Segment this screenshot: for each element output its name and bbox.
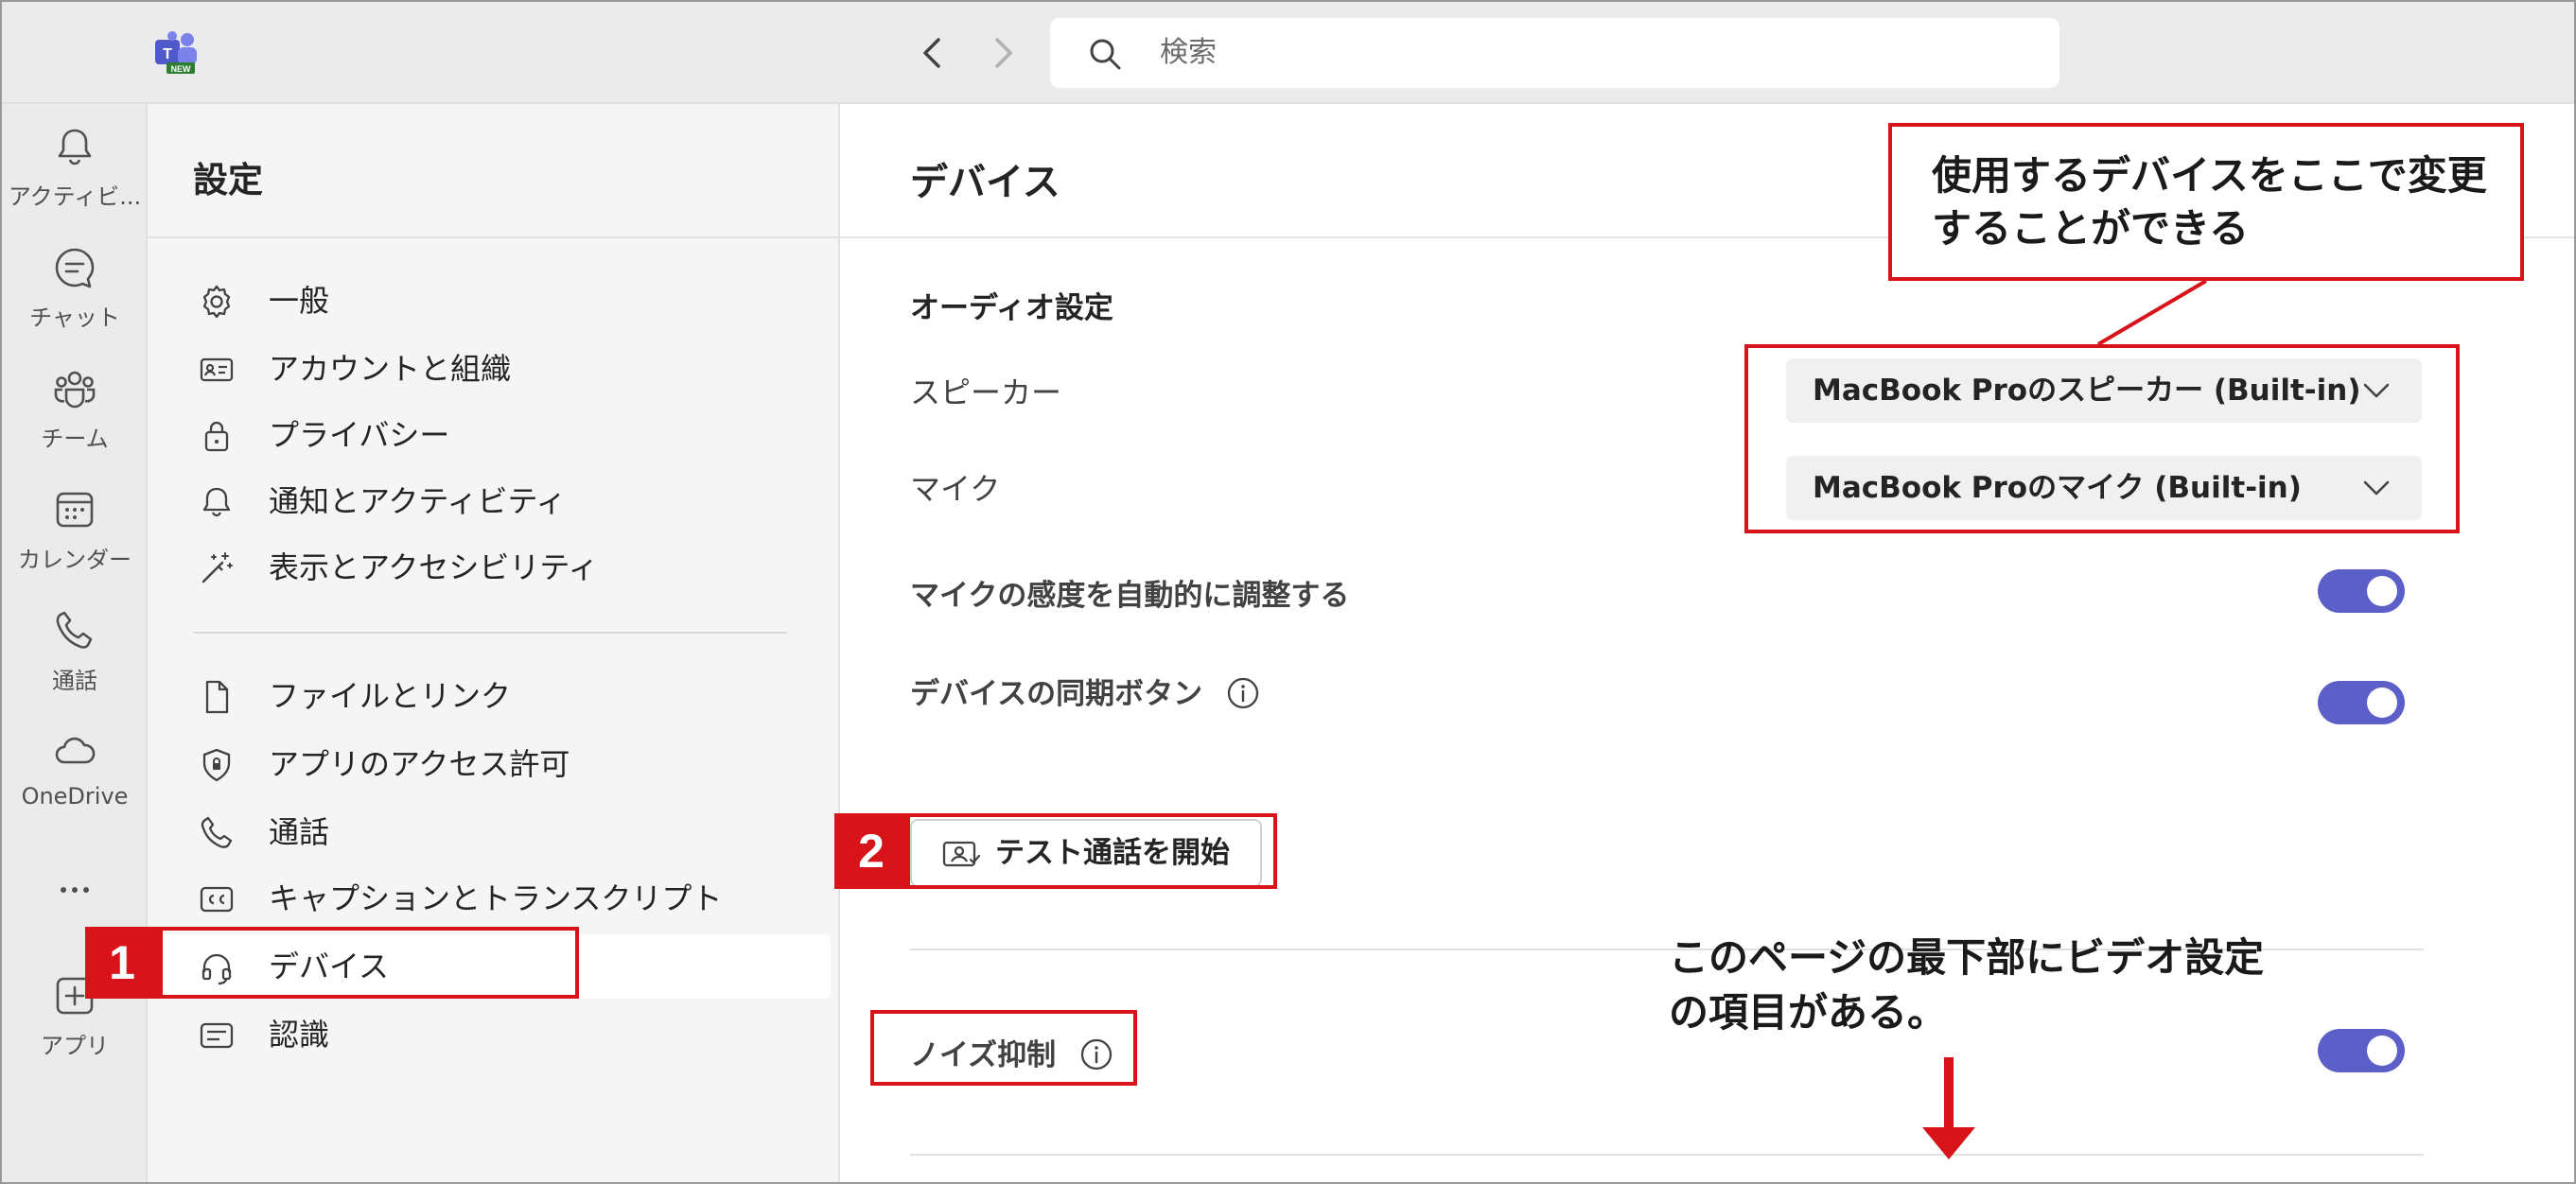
bottom-note: このページの最下部にビデオ設定の項目がある。 bbox=[1669, 934, 2265, 1036]
new-badge: NEW bbox=[171, 64, 192, 74]
search-input[interactable]: 検索 bbox=[1050, 18, 2059, 88]
rail-label: OneDrive bbox=[21, 783, 129, 810]
device-dropdowns-highlight bbox=[1744, 344, 2460, 533]
text-icon bbox=[200, 1022, 234, 1049]
step-badge-1: 1 bbox=[85, 927, 159, 999]
settings-item-app-permissions[interactable]: アプリのアクセス許可 bbox=[148, 732, 831, 796]
svg-text:T: T bbox=[163, 46, 172, 62]
more-icon bbox=[61, 887, 89, 893]
settings-panel: 設定 一般 アカウントと組織 プライバシー 通知とアクティビティ 表示とアクセシ… bbox=[148, 104, 840, 1182]
mic-label: マイク bbox=[910, 471, 1001, 507]
phone-icon bbox=[201, 816, 233, 848]
back-arrow-icon[interactable] bbox=[912, 30, 954, 76]
menu-label: キャプションとトランスクリプト bbox=[269, 880, 723, 916]
toggle-knob bbox=[2367, 688, 2397, 718]
settings-item-notifications[interactable]: 通知とアクティビティ bbox=[148, 469, 831, 533]
bell-icon bbox=[202, 487, 231, 517]
toggle-knob bbox=[2367, 576, 2397, 606]
noise-suppression-highlight bbox=[870, 1010, 1137, 1086]
settings-item-files[interactable]: ファイルとリンク bbox=[148, 664, 831, 728]
title-bar: T NEW 検索 bbox=[2, 2, 2574, 104]
devices-menu-highlight bbox=[159, 927, 579, 999]
rail-label: アクティビ... bbox=[8, 183, 142, 210]
rail-item-chat[interactable]: チャット bbox=[2, 246, 148, 350]
noise-suppression-toggle[interactable] bbox=[2318, 1029, 2405, 1072]
test-call-highlight bbox=[906, 813, 1277, 889]
settings-item-privacy[interactable]: プライバシー bbox=[148, 403, 831, 467]
callout-text: 使用するデバイスをここで変更することができる bbox=[1932, 152, 2487, 252]
chat-icon bbox=[55, 248, 95, 288]
app-rail: アクティビ... チャット チーム カレンダー 通話 OneDrive アプリ bbox=[2, 104, 148, 1182]
device-callout: 使用するデバイスをここで変更することができる bbox=[1888, 123, 2524, 281]
toggle-knob bbox=[2367, 1036, 2397, 1066]
menu-label: 一般 bbox=[269, 283, 330, 319]
rail-item-onedrive[interactable]: OneDrive bbox=[2, 730, 148, 834]
teams-logo-icon[interactable]: T NEW bbox=[153, 30, 199, 76]
teams-icon bbox=[54, 371, 96, 409]
rail-label: チーム bbox=[41, 426, 109, 452]
settings-item-display[interactable]: 表示とアクセシビリティ bbox=[148, 535, 831, 600]
divider bbox=[910, 1154, 2424, 1156]
rail-label: 通話 bbox=[52, 668, 97, 694]
phone-icon bbox=[56, 611, 93, 649]
audio-settings-heading: オーディオ設定 bbox=[910, 291, 1113, 325]
app-window: T NEW 検索 アクティビ... チャット チーム カレンダー 通話 OneD… bbox=[0, 0, 2576, 1184]
menu-label: プライバシー bbox=[269, 417, 450, 453]
shield-icon bbox=[202, 748, 231, 782]
cloud-icon bbox=[55, 737, 96, 764]
calendar-icon bbox=[56, 492, 94, 528]
device-sync-toggle[interactable] bbox=[2318, 681, 2405, 724]
device-sync-label: デバイスの同期ボタン bbox=[910, 677, 1203, 711]
settings-title: 設定 bbox=[193, 160, 263, 200]
rail-item-teams[interactable]: チーム bbox=[2, 367, 148, 471]
settings-item-general[interactable]: 一般 bbox=[148, 269, 831, 333]
settings-item-account[interactable]: アカウントと組織 bbox=[148, 337, 831, 401]
rail-item-calls[interactable]: 通話 bbox=[2, 609, 148, 713]
rail-item-activity[interactable]: アクティビ... bbox=[2, 125, 148, 229]
gear-icon bbox=[202, 285, 231, 319]
divider bbox=[148, 236, 840, 238]
forward-arrow-icon[interactable] bbox=[982, 30, 1024, 76]
menu-label: 表示とアクセシビリティ bbox=[269, 549, 599, 585]
page-title: デバイス bbox=[910, 161, 1060, 204]
rail-item-calendar[interactable]: カレンダー bbox=[2, 488, 148, 592]
lock-icon bbox=[204, 421, 229, 452]
menu-label: 認識 bbox=[269, 1017, 330, 1053]
device-sync-row: デバイスの同期ボタン bbox=[910, 670, 1260, 712]
divider bbox=[193, 632, 787, 634]
menu-label: 通話 bbox=[269, 814, 330, 850]
menu-label: アカウントと組織 bbox=[269, 351, 512, 387]
cc-icon bbox=[200, 886, 234, 913]
rail-label: アプリ bbox=[41, 1033, 109, 1059]
menu-label: ファイルとリンク bbox=[269, 678, 512, 714]
bell-icon bbox=[58, 129, 92, 165]
auto-mic-label: マイクの感度を自動的に調整する bbox=[910, 579, 1350, 613]
step-badge-2: 2 bbox=[834, 813, 908, 889]
file-icon bbox=[205, 680, 229, 714]
settings-item-captions[interactable]: キャプションとトランスクリプト bbox=[148, 866, 831, 931]
magic-wand-icon bbox=[202, 552, 233, 583]
rail-label: カレンダー bbox=[18, 547, 131, 573]
rail-label: チャット bbox=[29, 305, 120, 331]
speaker-label: スピーカー bbox=[910, 374, 1062, 410]
info-icon[interactable] bbox=[1226, 676, 1260, 710]
auto-mic-toggle[interactable] bbox=[2318, 569, 2405, 613]
settings-item-recognition[interactable]: 認識 bbox=[148, 1002, 831, 1067]
menu-label: アプリのアクセス許可 bbox=[269, 746, 570, 782]
search-icon bbox=[1090, 39, 1121, 70]
settings-item-calls[interactable]: 通話 bbox=[148, 800, 831, 864]
search-placeholder: 検索 bbox=[1160, 36, 1217, 69]
menu-label: 通知とアクティビティ bbox=[269, 483, 567, 519]
id-card-icon bbox=[200, 357, 234, 382]
